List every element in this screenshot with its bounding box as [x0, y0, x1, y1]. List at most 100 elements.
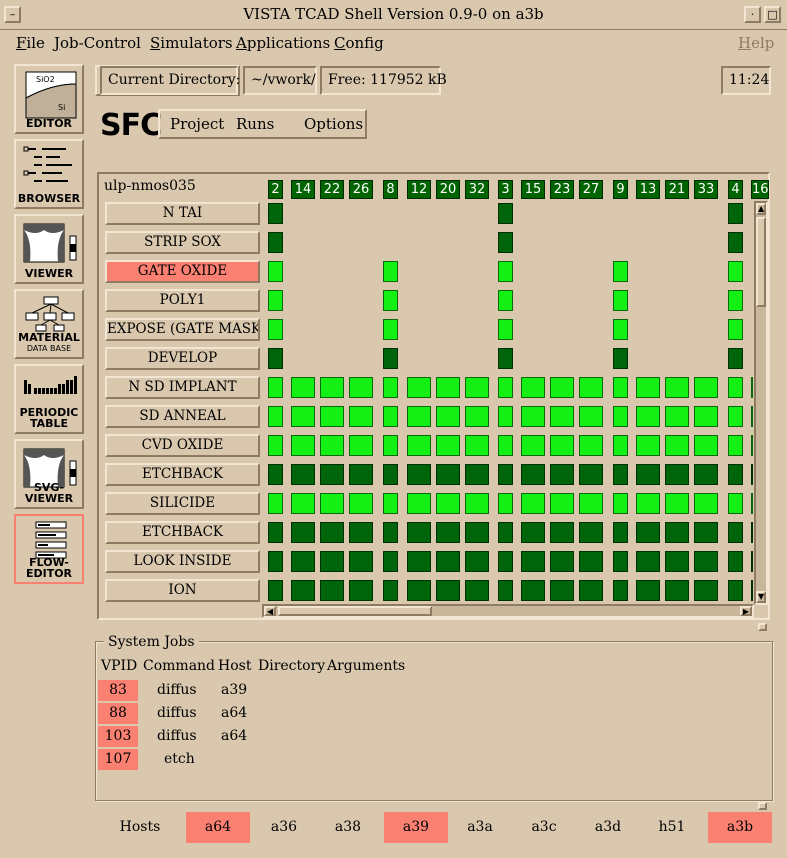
split-cell[interactable] — [665, 493, 689, 514]
split-cell[interactable] — [383, 493, 398, 514]
split-cell[interactable] — [579, 493, 603, 514]
split-cell[interactable] — [728, 522, 743, 543]
split-cell[interactable] — [291, 580, 315, 601]
split-cell[interactable] — [320, 464, 344, 485]
split-cell[interactable] — [436, 406, 460, 427]
split-cell[interactable] — [579, 377, 603, 398]
sfc-menu-runs[interactable]: Runs — [236, 115, 274, 133]
process-step-button[interactable]: STRIP SOX — [105, 231, 260, 254]
split-cell[interactable] — [268, 203, 283, 224]
split-cell[interactable] — [613, 406, 628, 427]
split-cell[interactable] — [498, 377, 513, 398]
split-cell[interactable] — [498, 522, 513, 543]
column-header[interactable]: 4 — [728, 180, 743, 199]
split-cell[interactable] — [436, 464, 460, 485]
split-cell[interactable] — [579, 406, 603, 427]
split-cell[interactable] — [465, 377, 489, 398]
split-cell[interactable] — [436, 377, 460, 398]
pane-sash[interactable] — [758, 623, 767, 631]
split-cell[interactable] — [268, 348, 283, 369]
column-header[interactable]: 8 — [383, 180, 398, 199]
split-cell[interactable] — [728, 348, 743, 369]
split-cell[interactable] — [498, 580, 513, 601]
split-cell[interactable] — [465, 522, 489, 543]
split-cell[interactable] — [550, 435, 574, 456]
job-vpid[interactable]: 103 — [98, 726, 138, 747]
split-cell[interactable] — [383, 522, 398, 543]
host-item[interactable]: a64 — [186, 812, 250, 843]
split-cell[interactable] — [349, 580, 373, 601]
split-cell[interactable] — [349, 406, 373, 427]
job-vpid[interactable]: 107 — [98, 749, 138, 770]
horizontal-scroll-thumb[interactable] — [278, 606, 432, 616]
split-cell[interactable] — [728, 232, 743, 253]
split-cell[interactable] — [498, 290, 513, 311]
split-cell[interactable] — [613, 464, 628, 485]
split-cell[interactable] — [728, 435, 743, 456]
svg-viewer-button[interactable]: SVG-VIEWER — [14, 439, 84, 509]
split-cell[interactable] — [728, 377, 743, 398]
menu-help[interactable]: Help — [738, 34, 774, 52]
split-cell[interactable] — [636, 464, 660, 485]
host-item[interactable]: a3d — [576, 812, 640, 843]
split-cell[interactable] — [436, 522, 460, 543]
split-cell[interactable] — [613, 435, 628, 456]
job-vpid[interactable]: 88 — [98, 703, 138, 724]
split-cell[interactable] — [436, 580, 460, 601]
split-cell[interactable] — [465, 493, 489, 514]
material-database-button[interactable]: MATERIAL DATA BASE — [14, 289, 84, 359]
split-cell[interactable] — [407, 522, 431, 543]
split-cell[interactable] — [521, 580, 545, 601]
split-cell[interactable] — [268, 232, 283, 253]
split-cell[interactable] — [383, 464, 398, 485]
column-header[interactable]: 2 — [268, 180, 283, 199]
split-cell[interactable] — [498, 203, 513, 224]
process-step-button[interactable]: DEVELOP — [105, 347, 260, 370]
split-cell[interactable] — [550, 406, 574, 427]
split-cell[interactable] — [268, 464, 283, 485]
column-header[interactable]: 12 — [407, 180, 431, 199]
split-cell[interactable] — [498, 493, 513, 514]
split-cell[interactable] — [498, 435, 513, 456]
split-cell[interactable] — [665, 551, 689, 572]
minimize-button[interactable]: · — [744, 6, 761, 23]
split-cell[interactable] — [694, 377, 718, 398]
title-bar[interactable]: VISTA TCAD Shell Version 0.9-0 on a3b – … — [0, 0, 787, 30]
split-cell[interactable] — [636, 522, 660, 543]
column-header[interactable]: 3 — [498, 180, 513, 199]
split-cell[interactable] — [751, 464, 753, 485]
split-cell[interactable] — [320, 435, 344, 456]
menu-job-control[interactable]: Job-Control — [54, 34, 141, 52]
sfc-menu-project[interactable]: Project — [170, 115, 224, 133]
split-cell[interactable] — [521, 377, 545, 398]
process-step-button[interactable]: ETCHBACK — [105, 463, 260, 486]
column-header[interactable]: 16 — [751, 180, 769, 199]
split-cell[interactable] — [407, 580, 431, 601]
process-step-button[interactable]: N TAI — [105, 202, 260, 225]
menu-simulators[interactable]: Simulators — [150, 34, 233, 52]
split-cell[interactable] — [436, 493, 460, 514]
split-cell[interactable] — [383, 348, 398, 369]
split-cell[interactable] — [550, 580, 574, 601]
process-step-button[interactable]: CVD OXIDE — [105, 434, 260, 457]
split-cell[interactable] — [636, 435, 660, 456]
split-cell[interactable] — [291, 377, 315, 398]
process-step-button[interactable]: LOOK INSIDE — [105, 550, 260, 573]
split-cell[interactable] — [613, 580, 628, 601]
split-cell[interactable] — [498, 348, 513, 369]
split-cell[interactable] — [550, 551, 574, 572]
sfc-menu-options[interactable]: Options — [304, 115, 363, 133]
split-cell[interactable] — [694, 580, 718, 601]
split-cell[interactable] — [268, 435, 283, 456]
split-cell[interactable] — [291, 406, 315, 427]
split-cell[interactable] — [665, 522, 689, 543]
split-cell[interactable] — [694, 435, 718, 456]
split-cell[interactable] — [636, 580, 660, 601]
split-cell[interactable] — [349, 464, 373, 485]
split-cell[interactable] — [613, 348, 628, 369]
split-cell[interactable] — [436, 551, 460, 572]
host-item[interactable]: a3c — [512, 812, 576, 843]
window-menu-button[interactable]: – — [4, 6, 21, 23]
split-cell[interactable] — [665, 580, 689, 601]
split-cell[interactable] — [751, 406, 753, 427]
